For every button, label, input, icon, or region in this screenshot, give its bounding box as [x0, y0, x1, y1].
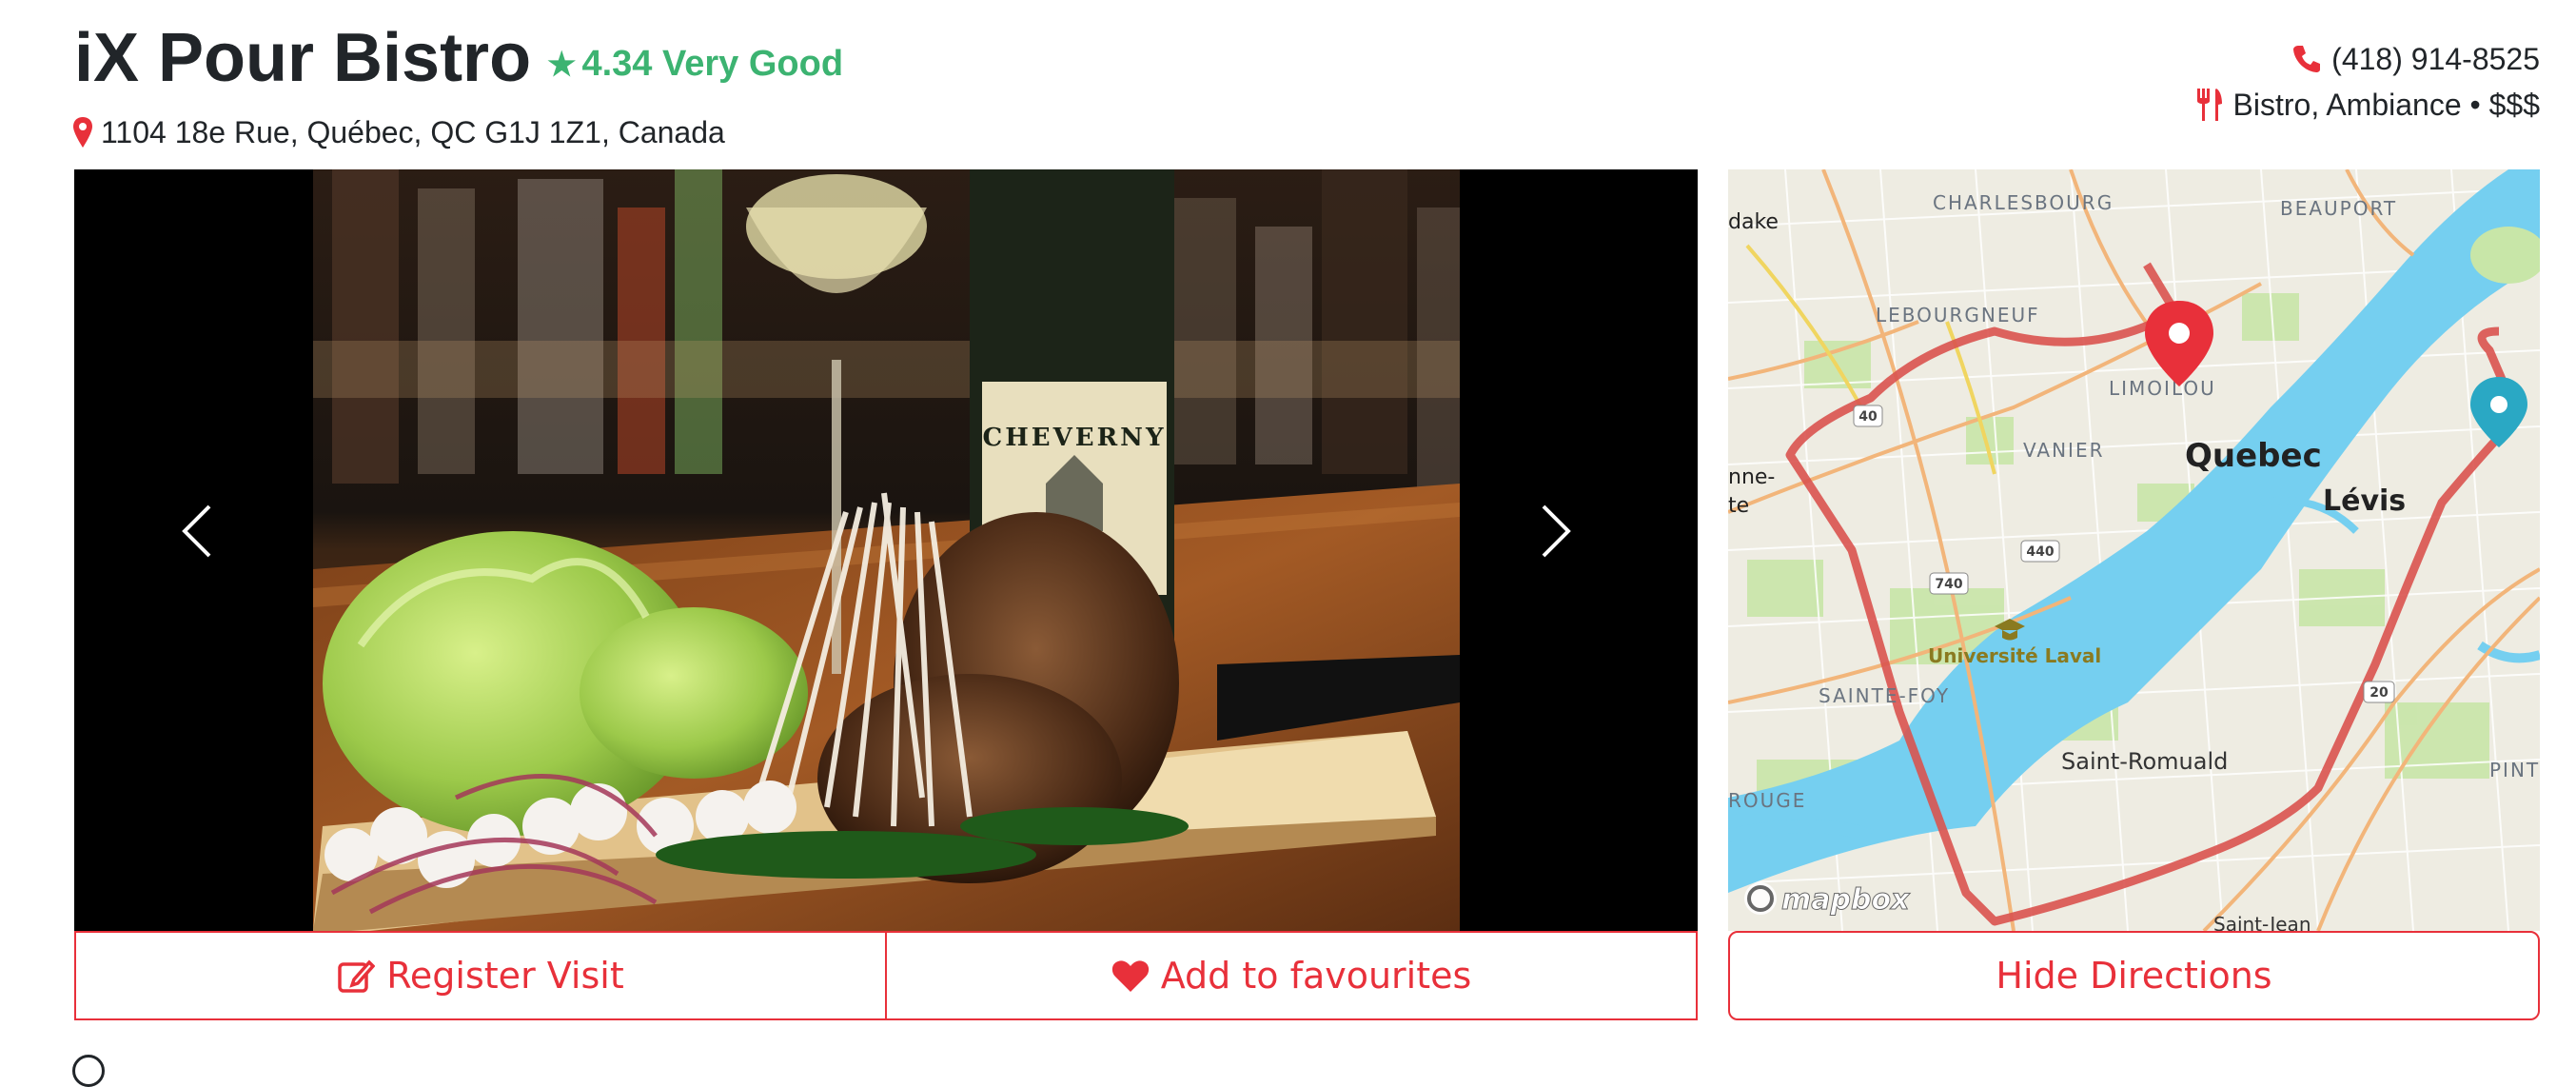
add-favourites-button[interactable]: Add to favourites — [887, 931, 1698, 1020]
add-favourites-label: Add to favourites — [1160, 955, 1472, 997]
mapbox-logo: mapbox — [1744, 882, 1912, 918]
map-label-rouge: ROUGE — [1728, 789, 1806, 812]
map-label-charlesbourg: CHARLESBOURG — [1933, 191, 2114, 214]
photo-carousel[interactable]: CHEVERNY — [74, 169, 1698, 931]
edit-icon — [338, 959, 376, 993]
hide-directions-button[interactable]: Hide Directions — [1728, 931, 2540, 1020]
info-icon — [72, 1055, 105, 1087]
map-pin-icon — [73, 117, 92, 148]
map-label-vanier: VANIER — [2023, 439, 2104, 462]
cutlery-icon — [2196, 89, 2222, 121]
carousel-next-button[interactable] — [1536, 503, 1612, 598]
shield-40: 40 — [1858, 409, 1878, 425]
restaurant-photo: CHEVERNY — [313, 169, 1460, 931]
map-label-saint-jean: Saint-Jean — [2213, 913, 2311, 931]
rating-label: Very Good — [662, 44, 844, 84]
shield-20: 20 — [2370, 685, 2389, 701]
map-label-sainte-foy: SAINTE-FOY — [1819, 684, 1950, 707]
shield-440: 440 — [2026, 544, 2054, 560]
map-label-te: te — [1728, 494, 1749, 518]
register-visit-button[interactable]: Register Visit — [74, 931, 887, 1020]
categories-row: Bistro, Ambiance • $$$ — [2195, 82, 2540, 128]
shield-740: 740 — [1935, 577, 1962, 592]
svg-text:mapbox: mapbox — [1781, 883, 1911, 917]
restaurant-name: iX Pour Bistro — [74, 20, 532, 96]
map-label-universite: Université Laval — [1928, 644, 2101, 667]
address: 1104 18e Rue, Québec, QC G1J 1Z1, Canada — [72, 112, 725, 152]
carousel-prev-button[interactable] — [179, 503, 255, 598]
phone-icon — [2293, 46, 2321, 72]
star-icon: ★ — [547, 47, 577, 83]
action-buttons: Register Visit Add to favourites — [74, 931, 1698, 1020]
rating-value: 4.34 — [581, 44, 653, 84]
address-text: 1104 18e Rue, Québec, QC G1J 1Z1, Canada — [101, 115, 725, 149]
rating: ★ 4.34 Very Good — [547, 41, 843, 88]
map-label-beauport: BEAUPORT — [2280, 197, 2397, 220]
phone-row[interactable]: (418) 914-8525 — [2195, 36, 2540, 82]
map-label-saint-romuald: Saint-Romuald — [2061, 748, 2228, 775]
chevron-left-icon — [182, 504, 211, 558]
categories-text: Bistro, Ambiance • $$$ — [2232, 88, 2540, 122]
directions-map[interactable]: 40 440 740 20 CHARLESBOURG BEAUPORT LEBO… — [1728, 169, 2540, 931]
map-label-quebec: Quebec — [2185, 437, 2322, 475]
bottle-label-text: CHEVERNY — [983, 424, 1167, 452]
phone-number: (418) 914-8525 — [2331, 42, 2540, 76]
map-label-pint: PINT — [2489, 759, 2540, 781]
map-label-nne: nne- — [1728, 465, 1775, 489]
contact-info: (418) 914-8525 Bistro, Ambiance • $$$ — [2195, 36, 2540, 128]
map-label-levis: Lévis — [2323, 484, 2406, 518]
register-visit-label: Register Visit — [386, 955, 624, 997]
map-label-limoilou: LIMOILOU — [2109, 377, 2216, 400]
heart-icon — [1111, 960, 1149, 992]
map-label-dake: dake — [1728, 210, 1779, 234]
chevron-right-icon — [1542, 504, 1571, 558]
map-label-lebourgneuf: LEBOURGNEUF — [1876, 304, 2040, 326]
